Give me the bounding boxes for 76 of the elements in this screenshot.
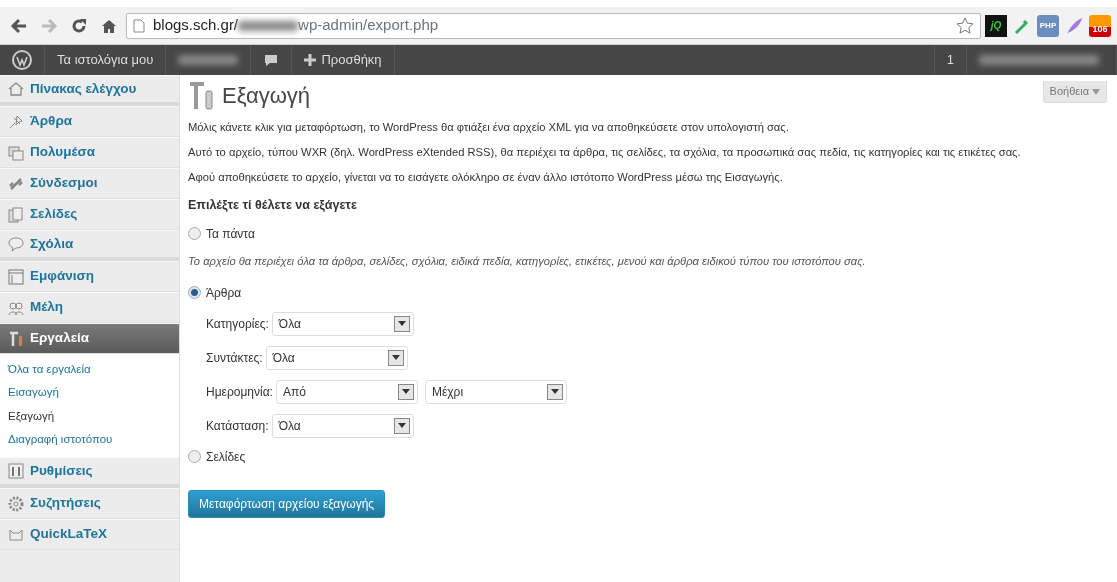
submenu-item[interactable]: Διαγραφή ιστοτόπου — [0, 427, 179, 451]
speech-bubble-icon — [8, 236, 24, 252]
admin-bar-link[interactable]: Τα ιστολόγια μου — [45, 45, 167, 75]
field-label: Συντάκτες: — [206, 349, 263, 367]
sliders-icon — [8, 463, 24, 479]
caret-icon — [550, 389, 559, 394]
caret-icon — [397, 423, 406, 428]
home-icon — [101, 17, 117, 34]
dropdown[interactable]: Μέχρι — [424, 379, 567, 404]
dropdown[interactable]: Όλα — [265, 345, 408, 370]
sidebar-item[interactable]: Σύνδεσμοι — [0, 168, 179, 199]
sidebar-item[interactable]: Σχόλια — [0, 230, 179, 261]
radio-label: Σελίδες — [206, 448, 246, 466]
layout-icon — [8, 268, 24, 285]
sidebar-item[interactable]: QuickLaTeX — [0, 519, 179, 550]
caret-icon — [401, 389, 410, 394]
radio-button[interactable] — [188, 286, 201, 299]
submenu-item[interactable]: Εξαγωγή — [0, 404, 179, 428]
url-host: blogs.sch.gr/ — [153, 15, 239, 36]
paragraph: Αφού αποθηκεύσετε το αρχείο, γίνεται να το εισάγετε ολόκληρο σε έναν άλλο ιστότοπο WordPress μέσω της Εισαγωγής. — [188, 170, 784, 186]
sidebar-item[interactable]: Άρθρα — [0, 106, 179, 137]
feather-icon[interactable] — [1065, 16, 1083, 35]
caret-icon — [397, 321, 406, 326]
paragraph: Αυτό το αρχείο, τύπου WXR (δηλ. WordPress eXtended RSS), θα περιέχει τα άρθρα, τις σελίδες, τα σχόλια, τα προσωπικά σας πεδία, τις κατηγορίες και τις ετικέτες σας. — [188, 145, 1022, 161]
tools-icon — [188, 81, 214, 111]
submit-button[interactable]: Μεταφόρτωση αρχείου εξαγωγής — [188, 489, 386, 518]
sidebar-item[interactable]: Εργαλεία — [0, 323, 179, 354]
forward-arrow-icon — [40, 17, 58, 34]
wordpress-logo-icon[interactable] — [12, 50, 32, 70]
description-text: Το αρχείο θα περιέχει όλα τα άρθρα, σελίδες, σχόλια, ειδικά πεδία, κατηγορίες, ετικέτες, μενού και άρθρα ειδικού τύπου του ιστοτόπου σας. — [188, 253, 867, 269]
pages-icon — [8, 206, 24, 223]
sidebar-item[interactable]: Πολυμέσα — [0, 137, 179, 168]
tools-icon — [8, 330, 24, 347]
plus-icon — [304, 54, 317, 66]
blurred-text — [238, 20, 299, 31]
comment-bubble-icon[interactable] — [263, 53, 280, 67]
radio-label: Άρθρα — [206, 284, 242, 302]
field-label: Κατάσταση: — [206, 417, 269, 435]
caret-icon — [1092, 89, 1100, 96]
dropdown[interactable]: Όλα — [271, 413, 414, 438]
help-button[interactable]: Βοήθεια — [1042, 81, 1107, 103]
updates-count[interactable]: 1 — [933, 45, 967, 75]
new-content-link[interactable]: Προσθήκη — [292, 45, 395, 75]
radio-button[interactable] — [188, 227, 201, 241]
submenu-item[interactable]: Εισαγωγή — [0, 381, 179, 405]
page-title: Εξαγωγή — [222, 82, 311, 110]
page-icon — [133, 18, 145, 33]
house-icon — [8, 81, 24, 97]
pushpin-icon — [8, 113, 24, 130]
sidebar-item[interactable]: Πίνακας ελέγχου — [0, 75, 179, 106]
field-label: Κατηγορίες: — [206, 315, 269, 333]
dropdown[interactable]: Από — [275, 379, 418, 404]
field-label: Ημερομηνία: — [206, 383, 273, 401]
paragraph: Μόλις κάνετε κλικ για μεταφόρτωση, το WordPress θα φτιάξει ένα αρχείο XML για να αποθηκεύσετε στον υπολογιστή σας. — [188, 120, 790, 135]
submenu-item[interactable]: Όλα τα εργαλεία — [0, 358, 179, 382]
url-path: wp-admin/export.php — [298, 15, 439, 36]
star-icon[interactable] — [956, 17, 974, 36]
sidebar-item[interactable]: Εμφάνιση — [0, 261, 179, 292]
sidebar-item[interactable]: Συζητήσεις — [0, 488, 179, 519]
back-arrow-icon — [10, 17, 28, 34]
sidebar-item[interactable]: Σελίδες — [0, 199, 179, 230]
extension-button[interactable]: jQ — [985, 14, 1007, 37]
radio-label: Τα πάντα — [206, 225, 255, 243]
sidebar-item[interactable]: Ρυθμίσεις — [0, 457, 179, 488]
gear-icon — [8, 495, 24, 512]
blurred-text — [178, 55, 239, 65]
reload-icon — [71, 17, 87, 34]
extension-button[interactable]: PHP — [1037, 14, 1059, 37]
address-bar[interactable]: blogs.sch.gr/ wp-admin/export.php — [126, 12, 981, 39]
caret-icon — [391, 355, 400, 360]
extension-button[interactable]: 106 — [1089, 14, 1111, 37]
dropdown[interactable]: Όλα — [271, 311, 414, 336]
users-icon — [8, 299, 24, 316]
radio-button[interactable] — [188, 450, 201, 463]
media-icon — [8, 144, 24, 161]
section-heading: Επιλέξτε τί θέλετε να εξάγετε — [188, 197, 358, 213]
